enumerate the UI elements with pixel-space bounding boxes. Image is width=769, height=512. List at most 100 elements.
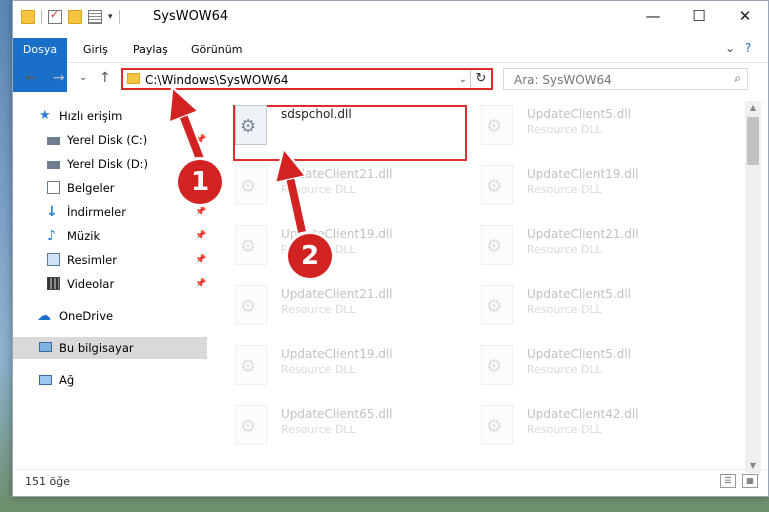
- dll-file-icon: [235, 285, 267, 325]
- pin-icon[interactable]: 📌: [195, 129, 206, 151]
- file-item[interactable]: UpdateClient19.dll Resource DLL: [459, 159, 699, 213]
- dll-file-icon: [235, 225, 267, 265]
- ribbon-tabs: Dosya Giriş Paylaş Görünüm ⌄ ?: [13, 38, 768, 92]
- address-dropdown-icon[interactable]: ⌄: [459, 71, 467, 89]
- computer-icon: [39, 342, 52, 352]
- sidebar-item-label: Hızlı erişim: [59, 109, 123, 123]
- dll-file-icon: [235, 405, 267, 445]
- sidebar-item-drive-d[interactable]: Yerel Disk (D:): [13, 153, 207, 175]
- dll-file-icon: [481, 345, 513, 385]
- file-type: Resource DLL: [527, 363, 602, 376]
- file-type: Resource DLL: [281, 303, 356, 316]
- details-view-icon[interactable]: ☰: [720, 474, 736, 488]
- properties-check-icon[interactable]: [48, 8, 62, 24]
- file-item-sdspchol[interactable]: sdspchol.dll: [213, 99, 453, 153]
- up-arrow-icon[interactable]: ↑: [99, 70, 111, 86]
- help-icon[interactable]: ?: [745, 41, 751, 55]
- file-name: UpdateClient19.dll: [281, 347, 393, 361]
- file-type: Resource DLL: [527, 303, 602, 316]
- tab-home[interactable]: Giriş: [75, 38, 116, 62]
- dll-file-icon: [481, 285, 513, 325]
- search-box[interactable]: ⌕: [503, 68, 748, 90]
- ribbon-collapse-icon[interactable]: ⌄: [725, 41, 735, 55]
- file-item[interactable]: UpdateClient5.dll Resource DLL: [459, 339, 699, 393]
- drive-icon: [47, 137, 60, 145]
- customize-toolbar-icon[interactable]: ▾: [108, 12, 113, 22]
- scroll-thumb[interactable]: [747, 117, 759, 165]
- scroll-up-icon[interactable]: ▲: [745, 101, 761, 115]
- pin-icon[interactable]: 📌: [195, 249, 206, 271]
- sidebar-item-downloads[interactable]: ↓ İndirmeler 📌: [13, 201, 207, 223]
- sidebar-item-label: Yerel Disk (C:): [67, 133, 148, 147]
- file-name: sdspchol.dll: [281, 107, 352, 121]
- search-icon[interactable]: ⌕: [734, 71, 741, 86]
- address-path[interactable]: C:\Windows\SysWOW64: [145, 71, 289, 89]
- sidebar-item-label: Yerel Disk (D:): [67, 157, 149, 171]
- music-icon: ♪: [47, 228, 56, 244]
- minimize-button[interactable]: —: [630, 1, 676, 33]
- sidebar-item-quick-access[interactable]: ★ Hızlı erişim: [13, 105, 207, 127]
- file-name: UpdateClient5.dll: [527, 347, 631, 361]
- pin-icon[interactable]: 📌: [195, 225, 206, 247]
- back-arrow-icon[interactable]: ←: [25, 70, 37, 86]
- navigation-bar: ← → ⌄ ↑ C:\Windows\SysWOW64 ⌄ ↻ ⌕: [13, 68, 768, 90]
- search-input[interactable]: [512, 70, 716, 90]
- window-title: SysWOW64: [153, 9, 229, 24]
- recent-locations-icon[interactable]: ⌄: [79, 72, 87, 83]
- file-type: Resource DLL: [527, 123, 602, 136]
- explorer-window: ▾ SysWOW64 — ☐ ✕ Dosya Giriş Paylaş Görü…: [12, 0, 769, 497]
- file-name: UpdateClient21.dll: [281, 287, 393, 301]
- details-icon[interactable]: [88, 10, 102, 24]
- folder-icon: [127, 73, 140, 84]
- file-type: Resource DLL: [281, 363, 356, 376]
- file-item[interactable]: UpdateClient19.dll Resource DLL: [213, 339, 453, 393]
- maximize-button[interactable]: ☐: [676, 1, 722, 33]
- sidebar-item-network[interactable]: Ağ: [13, 369, 207, 391]
- item-count: 151 öğe: [25, 475, 70, 488]
- file-type: Resource DLL: [281, 423, 356, 436]
- pin-icon[interactable]: 📌: [195, 201, 206, 223]
- file-name: UpdateClient21.dll: [527, 227, 639, 241]
- refresh-icon[interactable]: ↻: [470, 70, 491, 88]
- file-item[interactable]: UpdateClient42.dll Resource DLL: [459, 399, 699, 453]
- sidebar-item-label: Belgeler: [67, 181, 115, 195]
- dll-file-icon: [235, 105, 267, 145]
- file-type: Resource DLL: [527, 183, 602, 196]
- quick-access-toolbar: ▾: [21, 8, 120, 24]
- new-folder-icon[interactable]: [68, 10, 82, 24]
- sidebar-item-music[interactable]: ♪ Müzik 📌: [13, 225, 207, 247]
- file-name: UpdateClient5.dll: [527, 107, 631, 121]
- file-type: Resource DLL: [281, 183, 356, 196]
- toolbar-separator: [41, 10, 42, 24]
- close-button[interactable]: ✕: [722, 1, 768, 33]
- documents-icon: [47, 181, 60, 194]
- file-type: Resource DLL: [527, 423, 602, 436]
- large-icons-view-icon[interactable]: ▦: [742, 474, 758, 488]
- file-item[interactable]: UpdateClient5.dll Resource DLL: [459, 279, 699, 333]
- file-type: Resource DLL: [527, 243, 602, 256]
- network-icon: [39, 375, 52, 385]
- file-item[interactable]: UpdateClient21.dll Resource DLL: [213, 159, 453, 213]
- sidebar-item-pictures[interactable]: Resimler 📌: [13, 249, 207, 271]
- file-name: UpdateClient65.dll: [281, 407, 393, 421]
- file-list: sdspchol.dll UpdateClient5.dll Resource …: [213, 99, 743, 471]
- file-item[interactable]: UpdateClient21.dll Resource DLL: [459, 219, 699, 273]
- file-item[interactable]: UpdateClient5.dll Resource DLL: [459, 99, 699, 153]
- file-item[interactable]: UpdateClient21.dll Resource DLL: [213, 279, 453, 333]
- sidebar-item-onedrive[interactable]: ☁ OneDrive: [13, 305, 207, 327]
- forward-arrow-icon[interactable]: →: [53, 70, 65, 86]
- tab-view[interactable]: Görünüm: [183, 38, 250, 62]
- sidebar-item-drive-c[interactable]: Yerel Disk (C:) 📌: [13, 129, 207, 151]
- sidebar-item-label: Bu bilgisayar: [59, 341, 134, 355]
- tab-share[interactable]: Paylaş: [125, 38, 176, 62]
- file-name: UpdateClient19.dll: [527, 167, 639, 181]
- sidebar-item-this-pc[interactable]: Bu bilgisayar: [13, 337, 207, 359]
- file-item[interactable]: UpdateClient65.dll Resource DLL: [213, 399, 453, 453]
- dll-file-icon: [481, 165, 513, 205]
- sidebar-item-videos[interactable]: Videolar 📌: [13, 273, 207, 295]
- file-item[interactable]: UpdateClient19.dll Resource DLL: [213, 219, 453, 273]
- dll-file-icon: [481, 405, 513, 445]
- address-bar[interactable]: C:\Windows\SysWOW64 ⌄ ↻: [121, 68, 493, 90]
- vertical-scrollbar[interactable]: ▲ ▼: [745, 101, 761, 473]
- pin-icon[interactable]: 📌: [195, 273, 206, 295]
